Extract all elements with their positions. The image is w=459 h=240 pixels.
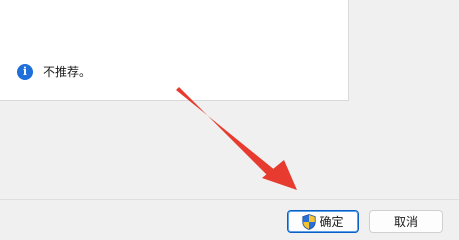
cancel-button-label: 取消 bbox=[393, 215, 418, 229]
uac-shield-icon bbox=[302, 213, 317, 230]
ok-button-label: 确定 bbox=[319, 215, 344, 229]
arrow-head bbox=[262, 160, 297, 190]
info-message-text: 不推荐。 bbox=[43, 65, 92, 79]
ok-button[interactable]: 确定 bbox=[287, 210, 359, 233]
info-icon: i bbox=[17, 63, 33, 80]
info-message: i 不推荐。 bbox=[17, 63, 91, 80]
content-panel: i 不推荐。 bbox=[0, 0, 349, 101]
footer-divider bbox=[0, 199, 459, 200]
cancel-button[interactable]: 取消 bbox=[369, 210, 443, 233]
